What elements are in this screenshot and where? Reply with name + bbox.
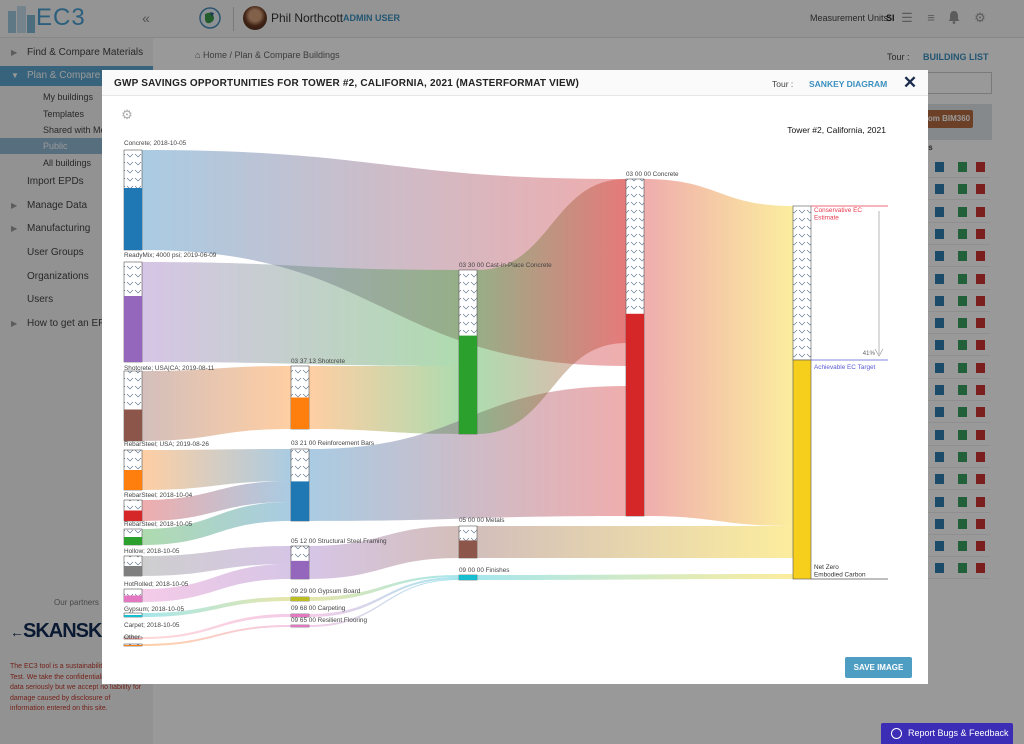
sankey-node-label: 03 37 13 Shotcrete: [291, 358, 345, 365]
sankey-link[interactable]: [309, 526, 459, 579]
sankey-node[interactable]: [290, 596, 310, 602]
sankey-chart: Concrete; 2018-10-05 ReadyMix; 4000 psi; …: [123, 125, 888, 647]
sankey-node[interactable]: [792, 205, 812, 361]
sankey-node[interactable]: [625, 178, 645, 517]
sankey-node[interactable]: [458, 525, 478, 559]
sankey-node-label: 05 12 00 Structural Steel Framing: [291, 538, 387, 545]
sankey-node[interactable]: [458, 574, 478, 581]
sankey-link[interactable]: [142, 366, 291, 441]
sankey-node[interactable]: [123, 499, 143, 522]
sankey-node-label: Achievable EC Target: [814, 364, 876, 371]
report-bugs-label: Report Bugs & Feedback: [908, 728, 1009, 738]
sankey-link[interactable]: [309, 366, 459, 434]
sankey-node-label: 03 00 00 Concrete: [626, 171, 679, 178]
sankey-node-label: Shotcrete; USA|CA; 2019-08-11: [124, 365, 215, 372]
chart-title: Tower #2, California, 2021: [787, 125, 886, 135]
sankey-node[interactable]: [290, 448, 310, 522]
report-bugs-button[interactable]: Report Bugs & Feedback: [881, 723, 1013, 744]
tour-sankey-diagram-link[interactable]: SANKEY DIAGRAM: [809, 79, 887, 89]
sankey-node[interactable]: [290, 624, 310, 628]
sankey-node[interactable]: [123, 643, 143, 647]
sankey-node[interactable]: [123, 261, 143, 363]
sankey-node[interactable]: [290, 545, 310, 580]
sankey-node-label: RebarSteel; 2018-10-05: [124, 521, 193, 528]
sankey-modal: GWP SAVINGS OPPORTUNITIES FOR TOWER #2, …: [102, 70, 928, 684]
sankey-node-label: RebarSteel; 2018-10-04: [124, 492, 193, 499]
sankey-node[interactable]: [123, 370, 143, 442]
sankey-node-label: Carpet; 2018-10-05: [124, 622, 180, 629]
sankey-node-label: Net Zero Embodied Carbon: [814, 564, 866, 579]
sankey-node[interactable]: [123, 612, 143, 618]
sankey-node-label: 05 00 00 Metals: [459, 517, 504, 524]
sankey-node-label: 09 65 00 Resilient Flooring: [291, 617, 367, 624]
sankey-node-label: HotRolled; 2018-10-05: [124, 581, 189, 588]
sankey-node-label: 09 29 00 Gypsum Board: [291, 588, 361, 595]
sankey-node[interactable]: [458, 269, 478, 435]
sankey-node[interactable]: [123, 149, 143, 251]
sankey-node-label: ReadyMix; 4000 psi; 2019-06-09: [124, 252, 217, 259]
sankey-node-label: Other: [124, 634, 141, 641]
sankey-node-label: Hollow; 2018-10-05: [124, 548, 180, 555]
reduction-percentage: 41%: [863, 350, 876, 357]
sankey-node[interactable]: [290, 365, 310, 430]
modal-tour-label: Tour :: [772, 79, 794, 89]
modal-header: GWP SAVINGS OPPORTUNITIES FOR TOWER #2, …: [102, 70, 928, 96]
sankey-node[interactable]: [123, 449, 143, 491]
sankey-link[interactable]: [477, 574, 793, 580]
feedback-icon: [891, 728, 902, 739]
sankey-node-label: Concrete; 2018-10-05: [124, 140, 187, 147]
sankey-link[interactable]: [644, 179, 793, 526]
sankey-node-label: RebarSteel; USA; 2019-08-26: [124, 441, 209, 448]
sankey-node-label: 09 68 00 Carpeting: [291, 605, 346, 612]
save-image-button[interactable]: SAVE IMAGE: [845, 657, 912, 678]
sankey-node-label: Conservative EC Estimate: [814, 207, 862, 222]
sankey-node[interactable]: [123, 588, 143, 603]
sankey-link[interactable]: [142, 262, 459, 366]
modal-title: GWP SAVINGS OPPORTUNITIES FOR TOWER #2, …: [114, 78, 580, 89]
sankey-node-label: 03 30 00 Cast-in-Place Concrete: [459, 262, 552, 269]
sankey-node-label: 03 21 00 Reinforcement Bars: [291, 440, 374, 447]
close-icon[interactable]: ✕: [902, 74, 918, 92]
sankey-node-label: Gypsum; 2018-10-05: [124, 606, 184, 613]
sankey-link[interactable]: [477, 526, 793, 558]
sankey-node[interactable]: [792, 359, 812, 580]
sankey-node[interactable]: [123, 555, 143, 577]
sankey-node[interactable]: [123, 528, 143, 546]
sankey-node-label: 09 00 00 Finishes: [459, 567, 509, 574]
